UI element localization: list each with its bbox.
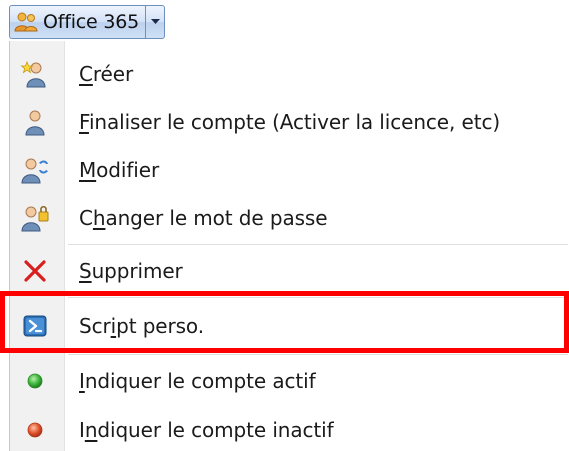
- menu-item-label: Script perso.: [79, 314, 204, 338]
- user-add-icon: [18, 57, 52, 91]
- menu-item-changer-mot-de-passe[interactable]: Changer le mot de passe: [10, 195, 569, 241]
- users-group-icon: [13, 9, 39, 35]
- office365-split-button: Office 365: [9, 5, 166, 39]
- office365-menu-screen: Office 365 Créer Finaliser le compte (Ac…: [0, 0, 569, 451]
- menu-item-script-perso[interactable]: Script perso.: [10, 303, 569, 349]
- menu-item-creer[interactable]: Créer: [10, 51, 569, 97]
- menu-item-label: Supprimer: [79, 259, 183, 283]
- powershell-icon: [18, 309, 52, 343]
- chevron-down-icon: [150, 19, 160, 25]
- office365-dropdown-menu: Créer Finaliser le compte (Activer la li…: [9, 41, 569, 451]
- menu-item-supprimer[interactable]: Supprimer: [10, 248, 569, 294]
- menu-item-label: Finaliser le compte (Activer la licence,…: [79, 110, 501, 134]
- menu-separator: [68, 244, 568, 245]
- menu-item-label: Changer le mot de passe: [79, 206, 328, 230]
- delete-x-icon: [18, 254, 52, 288]
- office365-dropdown-toggle[interactable]: [145, 5, 166, 39]
- office365-button-label: Office 365: [43, 11, 140, 33]
- user-edit-icon: [18, 153, 52, 187]
- red-dot-icon: [18, 413, 52, 447]
- menu-separator: [68, 354, 568, 355]
- menu-item-modifier[interactable]: Modifier: [10, 147, 569, 193]
- menu-item-label: Indiquer le compte inactif: [79, 418, 334, 442]
- menu-item-label: Indiquer le compte actif: [79, 369, 316, 393]
- menu-item-label: Modifier: [79, 158, 160, 182]
- green-dot-icon: [18, 364, 52, 398]
- menu-item-compte-inactif[interactable]: Indiquer le compte inactif: [10, 407, 569, 451]
- menu-item-label: Créer: [79, 62, 134, 86]
- menu-item-compte-actif[interactable]: Indiquer le compte actif: [10, 358, 569, 404]
- menu-separator: [68, 297, 568, 298]
- menu-item-finaliser[interactable]: Finaliser le compte (Activer la licence,…: [10, 99, 569, 145]
- user-icon: [18, 105, 52, 139]
- office365-button[interactable]: Office 365: [9, 5, 146, 39]
- user-key-icon: [18, 201, 52, 235]
